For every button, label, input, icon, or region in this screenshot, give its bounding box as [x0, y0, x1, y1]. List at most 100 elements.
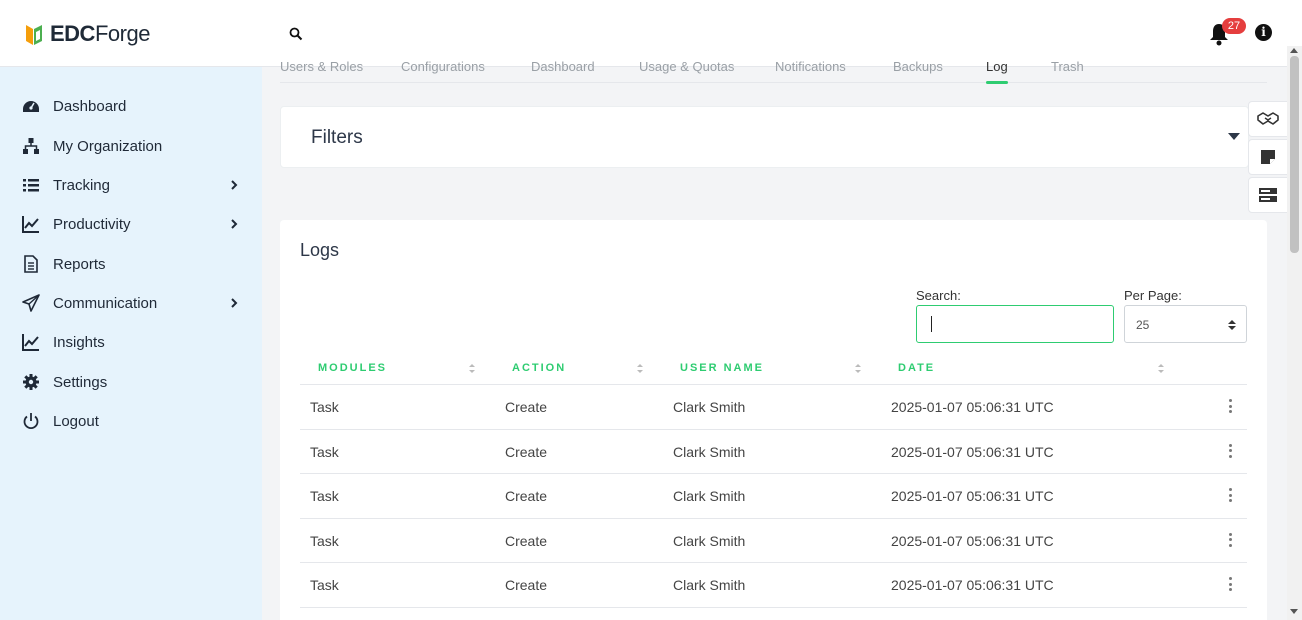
- handshake-tool-button[interactable]: [1248, 101, 1288, 137]
- sidebar-item-label: Settings: [53, 373, 108, 391]
- notification-count-badge: 27: [1222, 18, 1246, 34]
- top-bar: EDCForge 27 i: [0, 0, 1302, 67]
- power-icon: [23, 413, 39, 430]
- cell-module: Task: [310, 532, 339, 549]
- sidebar-item-label: Dashboard: [53, 97, 127, 115]
- text-cursor: [931, 316, 932, 332]
- sort-icon[interactable]: [637, 363, 643, 374]
- column-header-action[interactable]: ACTION: [512, 362, 566, 374]
- logs-title: Logs: [300, 240, 340, 260]
- cell-action: Create: [505, 532, 548, 549]
- column-header-modules[interactable]: MODULES: [318, 362, 387, 374]
- search-input[interactable]: [916, 305, 1114, 343]
- sidebar-item-insights[interactable]: Insights: [0, 326, 262, 358]
- sidebar-item-label: Tracking: [53, 176, 110, 194]
- per-page-select[interactable]: 25: [1124, 305, 1247, 343]
- trend-chart-icon: [22, 216, 39, 233]
- sticky-note-tool-button[interactable]: [1248, 139, 1288, 175]
- document-icon: [24, 255, 38, 273]
- paper-plane-icon: [22, 294, 40, 312]
- sidebar-item-label: Communication: [53, 294, 158, 312]
- info-icon[interactable]: i: [1255, 24, 1272, 41]
- cell-action: Create: [505, 488, 548, 504]
- more-options-icon[interactable]: [1225, 397, 1235, 415]
- table-row: Task Create Clark Smith 2025-01-07 05:06…: [300, 474, 1247, 519]
- select-arrows-icon: [1228, 320, 1236, 330]
- search-icon[interactable]: [289, 27, 303, 41]
- tab-log[interactable]: Log: [986, 59, 1008, 84]
- table-row: Task Create Clark Smith 2025-01-07 05:06…: [300, 563, 1247, 608]
- cell-user: Clark Smith: [673, 443, 746, 460]
- sort-icon[interactable]: [1158, 363, 1164, 374]
- edc-forge-logo[interactable]: EDCForge: [24, 20, 150, 48]
- page-scrollbar[interactable]: [1287, 46, 1302, 620]
- tab-backups[interactable]: Backups: [893, 59, 943, 74]
- search-label: Search:: [916, 288, 961, 303]
- cell-user: Clark Smith: [673, 488, 746, 504]
- cell-action: Create: [505, 443, 548, 460]
- sidebar-item-my-organization[interactable]: My Organization: [0, 130, 262, 162]
- settings-tabs: Users & Roles Configurations Dashboard U…: [280, 59, 1267, 84]
- scroll-thumb[interactable]: [1290, 56, 1299, 253]
- sidebar-item-dashboard[interactable]: Dashboard: [0, 90, 262, 122]
- tab-configurations[interactable]: Configurations: [401, 59, 485, 74]
- server-tool-button[interactable]: [1248, 177, 1288, 213]
- sidebar-item-tracking[interactable]: Tracking: [0, 169, 262, 201]
- cell-date: 2025-01-07 05:06:31 UTC: [891, 577, 1054, 593]
- tab-notifications[interactable]: Notifications: [775, 59, 846, 74]
- sidebar-item-settings[interactable]: Settings: [0, 366, 262, 398]
- caret-down-icon[interactable]: [1228, 133, 1240, 140]
- logo-text-forge: Forge: [94, 21, 150, 46]
- gear-icon: [23, 374, 39, 390]
- sidebar-item-label: My Organization: [53, 137, 163, 155]
- table-header: MODULES ACTION USER NAME DATE: [300, 353, 1247, 385]
- cell-date: 2025-01-07 05:06:31 UTC: [891, 532, 1054, 549]
- sidebar-item-label: Insights: [53, 333, 105, 351]
- tab-trash[interactable]: Trash: [1051, 59, 1084, 74]
- sticky-note-icon: [1261, 150, 1275, 164]
- main-content: Users & Roles Configurations Dashboard U…: [262, 59, 1287, 620]
- chevron-right-icon: [231, 219, 238, 229]
- sort-icon[interactable]: [469, 363, 475, 374]
- more-options-icon[interactable]: [1225, 531, 1235, 549]
- scroll-down-arrow-icon[interactable]: [1290, 609, 1298, 614]
- cell-user: Clark Smith: [673, 399, 746, 415]
- cell-module: Task: [310, 443, 339, 460]
- sidebar-item-logout[interactable]: Logout: [0, 405, 262, 437]
- cell-user: Clark Smith: [673, 532, 746, 549]
- column-header-date[interactable]: DATE: [898, 362, 935, 374]
- more-options-icon[interactable]: [1225, 442, 1235, 460]
- cell-date: 2025-01-07 05:06:31 UTC: [891, 399, 1054, 415]
- tab-users-roles[interactable]: Users & Roles: [280, 59, 363, 74]
- tab-usage-quotas[interactable]: Usage & Quotas: [639, 59, 734, 74]
- table-row: Task Create Clark Smith 2025-01-07 05:06…: [300, 430, 1247, 474]
- filters-panel[interactable]: Filters: [280, 106, 1249, 168]
- cell-module: Task: [310, 399, 339, 415]
- sidebar-item-productivity[interactable]: Productivity: [0, 208, 262, 240]
- chevron-right-icon: [231, 298, 238, 308]
- filters-title: Filters: [311, 127, 363, 148]
- tab-dashboard[interactable]: Dashboard: [531, 59, 595, 74]
- cell-user: Clark Smith: [673, 577, 746, 593]
- sidebar-item-reports[interactable]: Reports: [0, 248, 262, 280]
- table-row: Task Create Clark Smith 2025-01-07 05:06…: [300, 519, 1247, 563]
- cell-module: Task: [310, 488, 339, 504]
- logo-text-edc: EDC: [50, 21, 95, 46]
- more-options-icon[interactable]: [1225, 575, 1235, 593]
- cell-action: Create: [505, 577, 548, 593]
- sidebar-item-communication[interactable]: Communication: [0, 287, 262, 319]
- column-header-user-name[interactable]: USER NAME: [680, 362, 764, 374]
- cell-module: Task: [310, 577, 339, 593]
- sidebar-item-label: Productivity: [53, 215, 131, 233]
- scroll-up-arrow-icon[interactable]: [1290, 48, 1298, 53]
- org-tree-icon: [23, 138, 39, 154]
- sidebar-item-label: Logout: [53, 412, 99, 430]
- list-icon: [23, 179, 39, 192]
- cell-action: Create: [505, 399, 548, 415]
- logo-text: EDCForge: [50, 21, 150, 47]
- sort-icon[interactable]: [855, 363, 861, 374]
- per-page-value: 25: [1136, 318, 1150, 332]
- logo-mark-icon: [26, 25, 42, 45]
- more-options-icon[interactable]: [1225, 486, 1235, 504]
- chevron-right-icon: [231, 180, 238, 190]
